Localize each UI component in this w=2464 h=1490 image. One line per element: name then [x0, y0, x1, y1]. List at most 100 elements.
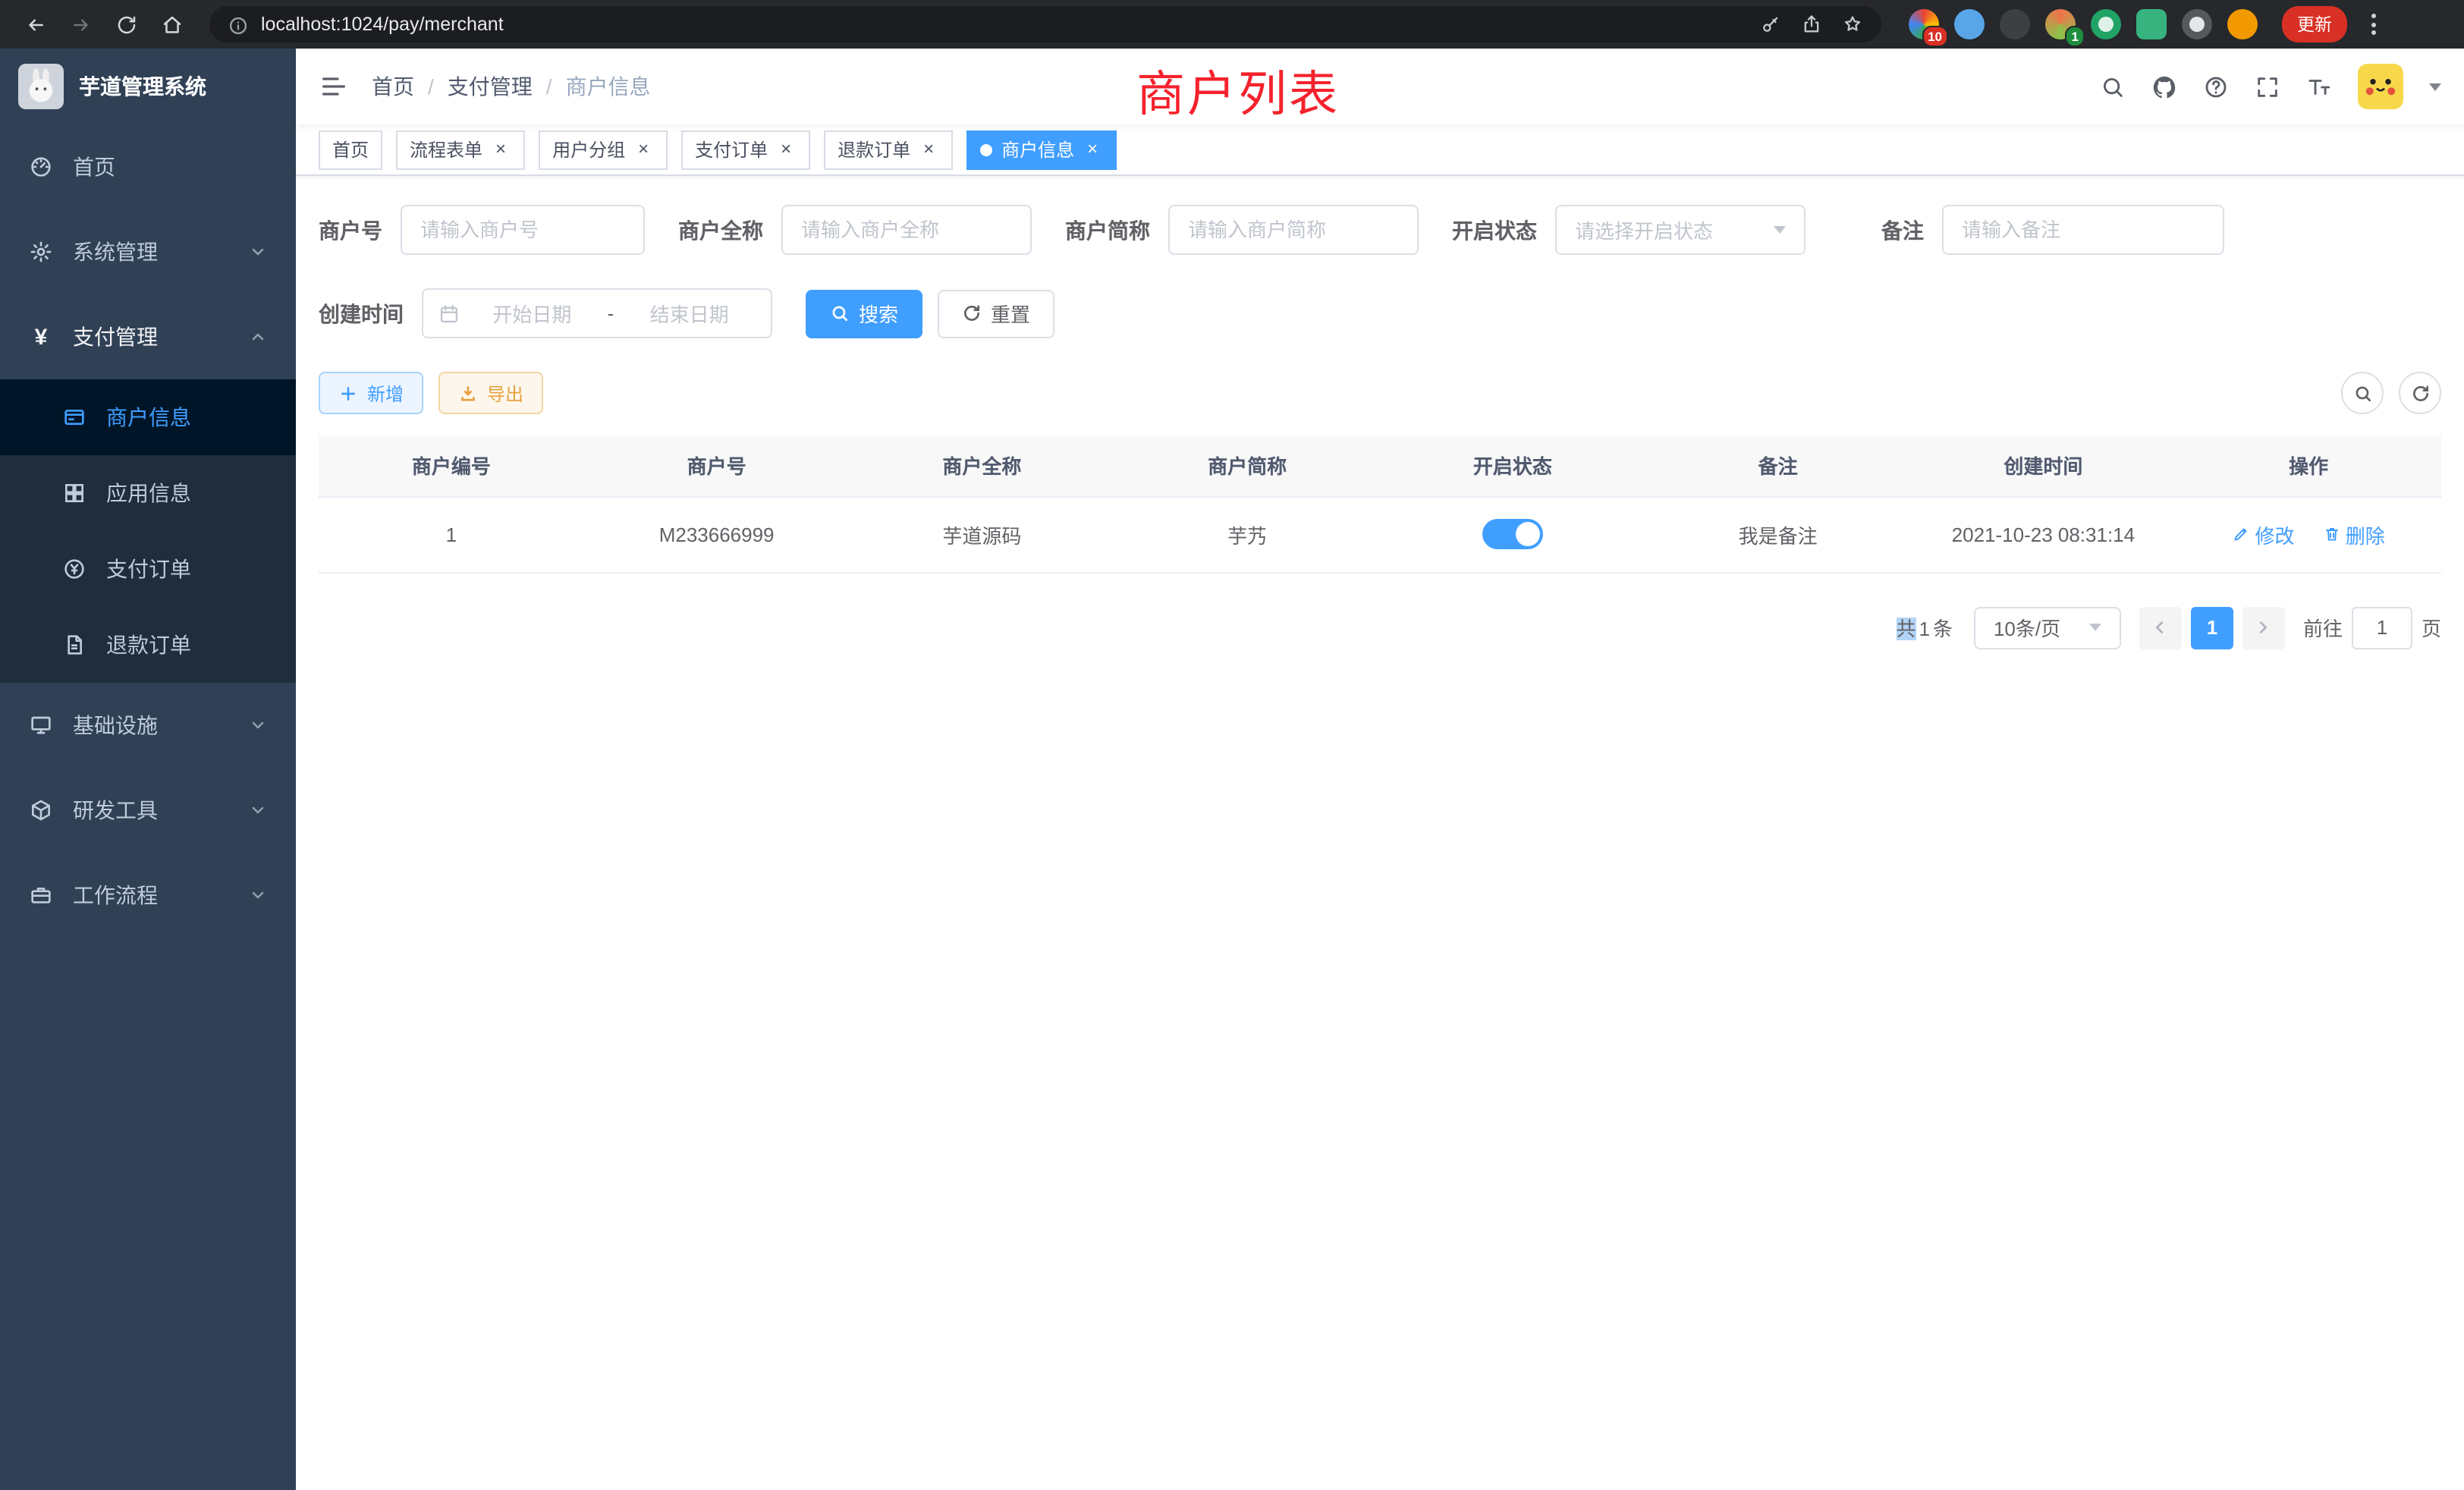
- tab-home[interactable]: 首页: [319, 130, 382, 169]
- cell-short-name: 芋艿: [1114, 496, 1380, 572]
- bookmark-star-icon[interactable]: [1842, 14, 1863, 35]
- col-merchant-id: 商户编号: [319, 435, 584, 496]
- tab-close-icon[interactable]: ×: [633, 139, 654, 160]
- browser-forward-button[interactable]: [61, 6, 100, 42]
- sidebar-item-system[interactable]: 系统管理: [0, 209, 296, 294]
- tab-user-group[interactable]: 用户分组 ×: [539, 130, 668, 169]
- font-size-icon[interactable]: [2306, 74, 2332, 99]
- next-page-button[interactable]: [2242, 606, 2285, 649]
- chevron-right-icon: [2255, 619, 2272, 636]
- sidebar-item-home[interactable]: 首页: [0, 124, 296, 209]
- extension-icon-4[interactable]: 1: [2045, 9, 2076, 39]
- tab-close-icon[interactable]: ×: [775, 139, 797, 160]
- extension-badge: 10: [1922, 25, 1948, 47]
- sidebar-item-merchant-info[interactable]: 商户信息: [0, 379, 296, 455]
- tab-close-icon[interactable]: ×: [490, 139, 511, 160]
- sidebar-item-workflow[interactable]: 工作流程: [0, 853, 296, 938]
- gear-icon: [29, 240, 53, 264]
- create-time-range-picker[interactable]: 开始日期 - 结束日期: [422, 288, 772, 338]
- tab-merchant-info[interactable]: 商户信息 ×: [966, 130, 1117, 169]
- extension-icon-5[interactable]: [2091, 9, 2121, 39]
- chrome-update-button[interactable]: 更新: [2282, 6, 2347, 42]
- remark-input[interactable]: [1942, 205, 2224, 255]
- browser-toolbar: localhost:1024/pay/merchant 10 1: [0, 0, 2464, 49]
- delete-link[interactable]: 删除: [2323, 520, 2385, 549]
- tab-refund-order[interactable]: 退款订单 ×: [824, 130, 953, 169]
- password-key-icon[interactable]: [1760, 14, 1781, 35]
- search-button[interactable]: 搜索: [806, 289, 922, 338]
- magnifier-icon: [830, 303, 850, 323]
- extension-icon-2[interactable]: [1954, 9, 1985, 39]
- col-full-name: 商户全称: [850, 435, 1115, 496]
- browser-back-button[interactable]: [15, 6, 55, 42]
- sidebar-item-infra[interactable]: 基础设施: [0, 683, 296, 768]
- address-bar[interactable]: localhost:1024/pay/merchant: [209, 6, 1881, 42]
- browser-menu-icon[interactable]: [2362, 8, 2385, 41]
- share-icon[interactable]: [1801, 14, 1822, 35]
- breadcrumb-home[interactable]: 首页: [372, 71, 414, 102]
- merchant-no-input[interactable]: [401, 205, 645, 255]
- screen: localhost:1024/pay/merchant 10 1: [0, 0, 2464, 1490]
- avatar-caret-icon[interactable]: [2429, 83, 2441, 90]
- goto-page-input[interactable]: [2352, 606, 2412, 649]
- breadcrumb-pay[interactable]: 支付管理: [448, 71, 533, 102]
- trash-icon: [2323, 525, 2341, 543]
- refresh-table-button[interactable]: [2399, 372, 2441, 414]
- full-name-input[interactable]: [781, 205, 1032, 255]
- sidebar: 芋道管理系统 首页 系统管理 ¥ 支付管理 商户信息: [0, 49, 296, 1490]
- tab-close-icon[interactable]: ×: [918, 139, 939, 160]
- page-number-1[interactable]: 1: [2191, 606, 2233, 649]
- tab-process-form[interactable]: 流程表单 ×: [396, 130, 525, 169]
- chevron-down-icon: [249, 886, 267, 904]
- github-icon[interactable]: [2151, 74, 2177, 99]
- extension-icon-1[interactable]: 10: [1909, 9, 1939, 39]
- refresh-icon: [2410, 383, 2430, 403]
- site-info-icon[interactable]: [228, 14, 247, 34]
- status-toggle[interactable]: [1482, 519, 1543, 549]
- fullscreen-icon[interactable]: [2255, 74, 2280, 99]
- add-button[interactable]: 新增: [319, 372, 423, 414]
- sidebar-item-refund-order[interactable]: 退款订单: [0, 607, 296, 683]
- browser-home-button[interactable]: [152, 6, 191, 42]
- merchant-table: 商户编号 商户号 商户全称 商户简称 开启状态 备注 创建时间 操作 1: [319, 435, 2441, 573]
- user-avatar[interactable]: [2358, 64, 2403, 109]
- chevron-down-icon: [1774, 226, 1786, 234]
- extension-icon-8[interactable]: [2227, 9, 2258, 39]
- extension-icon-7[interactable]: [2182, 9, 2212, 39]
- app-logo[interactable]: 芋道管理系统: [0, 49, 296, 124]
- reset-button[interactable]: 重置: [938, 289, 1054, 338]
- status-select[interactable]: 请选择开启状态: [1555, 205, 1806, 255]
- tab-pay-order[interactable]: 支付订单 ×: [681, 130, 810, 169]
- tab-close-icon[interactable]: ×: [1082, 139, 1103, 160]
- extension-icon-3[interactable]: [2000, 9, 2030, 39]
- url-text: localhost:1024/pay/merchant: [261, 14, 1760, 35]
- col-short-name: 商户简称: [1114, 435, 1380, 496]
- help-icon[interactable]: [2203, 74, 2229, 99]
- search-icon[interactable]: [2100, 74, 2126, 99]
- col-create-time: 创建时间: [1911, 435, 2176, 496]
- extension-icon-6[interactable]: [2136, 9, 2167, 39]
- page-content: 商户号 商户全称 商户简称 开启状态 请选择开启状态: [296, 176, 2464, 1490]
- chevron-down-icon: [249, 801, 267, 819]
- edit-pencil-icon: [2232, 525, 2250, 543]
- edit-link[interactable]: 修改: [2232, 520, 2294, 549]
- sidebar-item-pay[interactable]: ¥ 支付管理: [0, 294, 296, 379]
- short-name-input[interactable]: [1168, 205, 1419, 255]
- table-toolbar: 新增 导出: [319, 372, 2441, 414]
- filter-row-2: 创建时间 开始日期 - 结束日期 搜索 重置: [319, 288, 2441, 338]
- browser-reload-button[interactable]: [106, 6, 146, 42]
- export-button[interactable]: 导出: [438, 372, 543, 414]
- prev-page-button[interactable]: [2139, 606, 2182, 649]
- page-suffix-label: 页: [2422, 613, 2441, 642]
- full-name-label: 商户全称: [678, 215, 763, 245]
- sidebar-item-app-info[interactable]: 应用信息: [0, 455, 296, 531]
- sidebar-item-dev-tools[interactable]: 研发工具: [0, 768, 296, 853]
- create-time-label: 创建时间: [319, 298, 404, 328]
- page-size-select[interactable]: 10条/页: [1974, 606, 2121, 649]
- hamburger-icon[interactable]: [319, 71, 349, 102]
- toggle-search-button[interactable]: [2341, 372, 2384, 414]
- monitor-icon: [29, 713, 53, 737]
- sidebar-item-pay-order[interactable]: 支付订单: [0, 531, 296, 607]
- chevron-down-icon: [2089, 624, 2101, 631]
- app-window: 芋道管理系统 首页 系统管理 ¥ 支付管理 商户信息: [0, 49, 2464, 1490]
